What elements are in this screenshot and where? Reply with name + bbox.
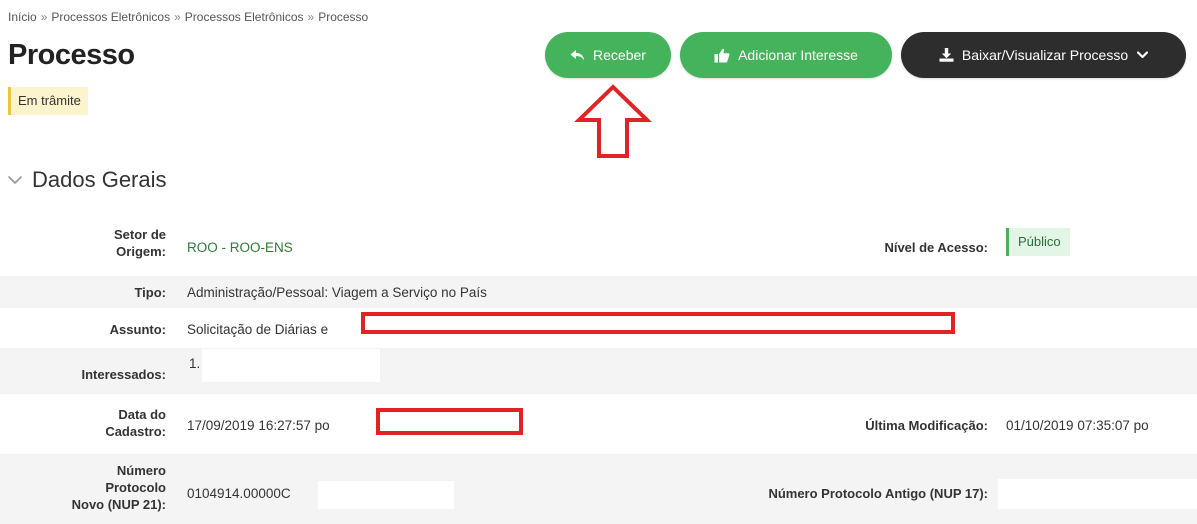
receber-button[interactable]: Receber: [545, 32, 671, 78]
download-icon: [939, 48, 954, 62]
setor-origem-link[interactable]: ROO - ROO-ENS: [187, 239, 293, 256]
nup21-label-line-3: Novo (NUP 21):: [71, 497, 166, 512]
data-cadastro-label-line-1: Data do: [118, 407, 166, 422]
baixar-visualizar-button[interactable]: Baixar/Visualizar Processo: [901, 32, 1186, 78]
nup21-value: 0104914.00000C: [187, 486, 291, 501]
tipo-label: Tipo:: [134, 285, 166, 300]
baixar-visualizar-label: Baixar/Visualizar Processo: [961, 47, 1129, 63]
breadcrumb-item-processos-eletronicos[interactable]: Processos Eletrônicos: [51, 10, 170, 24]
breadcrumb-item-processos-eletronicos-2[interactable]: Processos Eletrônicos: [185, 10, 304, 24]
status-badge: Em trâmite: [8, 87, 88, 115]
assunto-value: Solicitação de Diárias e: [187, 322, 329, 337]
chevron-down-icon: [8, 175, 22, 185]
redacted-area: [202, 349, 380, 382]
row-interessados: Interessados: 1.: [0, 348, 1197, 394]
redacted-area: [318, 481, 454, 509]
setor-origem-label-line-1: Setor de: [113, 227, 166, 242]
data-cadastro-label-line-2: Cadastro:: [105, 424, 166, 439]
tipo-value: Administração/Pessoal: Viagem a Serviço …: [187, 285, 487, 300]
breadcrumb-separator: »: [174, 10, 181, 24]
nivel-acesso-label: Nível de Acesso:: [884, 240, 988, 255]
section-title: Dados Gerais: [32, 167, 167, 192]
setor-origem-label: Setor de Origem:: [60, 226, 166, 260]
breadcrumb-item-processo: Processo: [318, 10, 369, 24]
breadcrumb: Início» Processos Eletrônicos» Processos E…: [8, 10, 368, 24]
nup21-label-line-2: Protocolo: [105, 480, 166, 495]
redaction-box: [376, 408, 523, 435]
interessados-label: Interessados:: [81, 367, 166, 382]
nivel-acesso-badge: Público: [1006, 228, 1070, 256]
redacted-area: [998, 479, 1197, 509]
nup21-label: Número Protocolo Novo (NUP 21):: [30, 462, 166, 513]
reply-icon: [570, 49, 585, 62]
adicionar-interesse-button[interactable]: Adicionar Interesse: [680, 32, 892, 78]
nup21-label-line-1: Número: [116, 463, 166, 478]
row-tipo: Tipo: Administração/Pessoal: Viagem a Se…: [0, 276, 1197, 308]
data-cadastro-label: Data do Cadastro:: [60, 406, 166, 440]
data-cadastro-value: 17/09/2019 16:27:57 po: [187, 418, 330, 433]
dados-gerais-header[interactable]: Dados Gerais: [8, 165, 167, 195]
adicionar-interesse-label: Adicionar Interesse: [738, 47, 858, 63]
setor-origem-label-line-2: Origem:: [116, 244, 166, 259]
interessados-value: 1.: [189, 356, 201, 371]
ultima-modificacao-label: Última Modificação:: [865, 418, 988, 433]
breadcrumb-item-inicio[interactable]: Início: [8, 10, 37, 24]
nup17-label: Número Protocolo Antigo (NUP 17):: [768, 486, 988, 501]
row-data-cadastro: Data do Cadastro: 17/09/2019 16:27:57 po…: [0, 398, 1197, 450]
arrow-up-annotation: [573, 84, 653, 159]
receber-label: Receber: [593, 47, 646, 63]
thumbs-up-icon: [714, 48, 730, 63]
assunto-label: Assunto:: [109, 322, 166, 337]
page-title: Processo: [8, 39, 135, 71]
page: Início» Processos Eletrônicos» Processos E…: [0, 0, 1197, 524]
breadcrumb-separator: »: [307, 10, 315, 24]
ultima-modificacao-value: 01/10/2019 07:35:07 po: [1006, 418, 1149, 433]
redaction-box: [361, 312, 955, 334]
breadcrumb-separator: »: [40, 10, 48, 24]
row-setor-origem: Setor de Origem: ROO - ROO-ENS Nível de …: [0, 220, 1197, 272]
chevron-down-icon: [1137, 51, 1149, 59]
